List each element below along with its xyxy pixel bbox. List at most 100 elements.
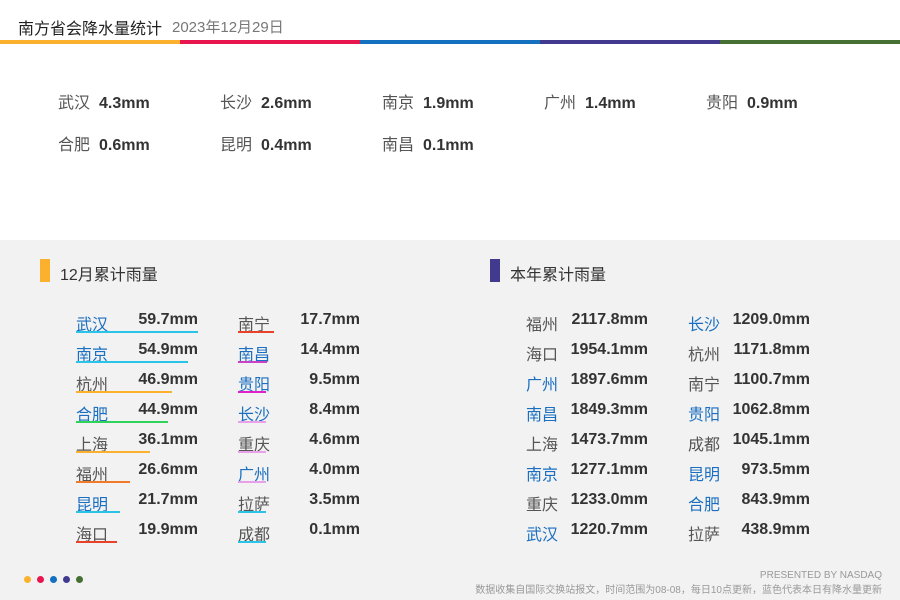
year-value-label: 973.5mm (741, 461, 811, 478)
month-bar (76, 481, 131, 483)
month-row: 昆明 21.7mm (76, 491, 200, 514)
month-row: 合肥 44.9mm (76, 401, 200, 424)
daily-city: 南京 (382, 95, 415, 112)
brand-dot (37, 576, 44, 583)
month-bar (238, 451, 266, 453)
month-row: 南昌 14.4mm (238, 341, 362, 364)
month-bar (76, 541, 117, 543)
year-city-label: 拉萨 (688, 527, 721, 544)
daily-item: 武汉 4.3mm (58, 89, 150, 113)
daily-value: 0.1mm (423, 137, 474, 154)
daily-value: 0.6mm (99, 137, 150, 154)
header: 南方省会降水量统计 2023年12月29日 (0, 0, 900, 40)
daily-city: 昆明 (220, 137, 253, 154)
year-row: 南昌 1849.3mm (526, 401, 650, 424)
month-value-label: 17.7mm (300, 311, 360, 328)
month-bar (238, 331, 275, 333)
year-value-label: 1849.3mm (570, 401, 648, 418)
month-section-heading: 12月累计雨量 (60, 267, 158, 284)
year-city-label: 广州 (526, 377, 559, 394)
daily-value: 0.9mm (747, 95, 798, 112)
daily-item: 长沙 2.6mm (220, 89, 312, 113)
brand-dot (63, 576, 70, 583)
year-row: 广州 1897.6mm (526, 371, 650, 394)
year-value-label: 1277.1mm (570, 461, 648, 478)
year-city-label: 贵阳 (688, 407, 721, 424)
year-value-label: 1045.1mm (732, 431, 810, 448)
year-section-marker (490, 259, 500, 282)
brand-dot (50, 576, 57, 583)
year-value-label: 1233.0mm (570, 491, 648, 508)
month-value-label: 46.9mm (138, 371, 198, 388)
brand-dots (24, 576, 83, 583)
month-row: 南宁 17.7mm (238, 311, 362, 334)
month-value-label: 54.9mm (138, 341, 198, 358)
year-value-label: 1220.7mm (570, 521, 648, 538)
daily-city: 长沙 (220, 95, 253, 112)
month-bar (76, 331, 198, 333)
daily-city: 南昌 (382, 137, 415, 154)
month-bar (76, 361, 189, 363)
month-bar (238, 391, 266, 393)
year-value-label: 438.9mm (741, 521, 811, 538)
month-row: 广州 4.0mm (238, 461, 362, 484)
year-city-label: 南京 (526, 467, 559, 484)
year-city-label: 南昌 (526, 407, 559, 424)
year-city-label: 昆明 (688, 467, 721, 484)
month-value-label: 59.7mm (138, 311, 198, 328)
year-value-label: 1954.1mm (570, 341, 648, 358)
year-row: 成都 1045.1mm (688, 431, 812, 454)
year-city-label: 海口 (526, 347, 559, 364)
year-city-label: 杭州 (688, 347, 721, 364)
month-row: 贵阳 9.5mm (238, 371, 362, 394)
daily-value: 2.6mm (261, 95, 312, 112)
month-bar (238, 511, 266, 513)
daily-item: 广州 1.4mm (544, 89, 636, 113)
daily-item: 南昌 0.1mm (382, 131, 474, 155)
month-row: 武汉 59.7mm (76, 311, 200, 334)
year-row: 合肥 843.9mm (688, 491, 812, 514)
month-value-label: 4.0mm (309, 461, 360, 478)
month-bar (238, 541, 266, 543)
month-row: 杭州 46.9mm (76, 371, 200, 394)
month-row: 重庆 4.6mm (238, 431, 362, 454)
month-bar (238, 421, 266, 423)
month-value-label: 14.4mm (300, 341, 360, 358)
page-title: 南方省会降水量统计 (18, 21, 163, 38)
page-date: 2023年12月29日 (172, 19, 284, 36)
footnote: 数据收集自国际交换站报文，时间范围为08-08，每日10点更新，蓝色代表本日有降… (475, 585, 882, 596)
year-city-label: 武汉 (526, 527, 559, 544)
year-row: 南京 1277.1mm (526, 461, 650, 484)
year-value-label: 2117.8mm (571, 311, 648, 328)
year-row: 杭州 1171.8mm (688, 341, 812, 364)
year-city-label: 上海 (526, 437, 559, 454)
year-city-label: 福州 (526, 317, 559, 334)
year-value-label: 843.9mm (741, 491, 811, 508)
year-row: 拉萨 438.9mm (688, 521, 812, 544)
month-value-label: 19.9mm (138, 521, 198, 538)
year-row: 海口 1954.1mm (526, 341, 650, 364)
month-bar (238, 481, 266, 483)
month-value-label: 4.6mm (309, 431, 360, 448)
month-row: 福州 26.6mm (76, 461, 200, 484)
month-row: 长沙 8.4mm (238, 401, 362, 424)
month-row: 南京 54.9mm (76, 341, 200, 364)
year-value-label: 1897.6mm (570, 371, 648, 388)
month-bar (238, 361, 268, 363)
daily-item: 南京 1.9mm (382, 89, 474, 113)
daily-city: 贵阳 (706, 95, 739, 112)
daily-value: 1.4mm (585, 95, 636, 112)
month-bar (76, 511, 121, 513)
month-bar (76, 421, 168, 423)
daily-item: 合肥 0.6mm (58, 131, 150, 155)
year-row: 上海 1473.7mm (526, 431, 650, 454)
credit-text: PRESENTED BY NASDAQ (759, 570, 882, 581)
year-value-label: 1209.0mm (732, 311, 810, 328)
year-row: 福州 2117.8mm (526, 311, 650, 334)
year-row: 昆明 973.5mm (688, 461, 812, 484)
month-bar (76, 451, 150, 453)
month-row: 拉萨 3.5mm (238, 491, 362, 514)
daily-precipitation-panel: 武汉 4.3mm 长沙 2.6mm 南京 1.9mm 广州 1.4mm 贵阳 0.9mm 合肥 0.6… (0, 44, 900, 240)
month-section-marker (40, 259, 50, 282)
year-row: 贵阳 1062.8mm (688, 401, 812, 424)
